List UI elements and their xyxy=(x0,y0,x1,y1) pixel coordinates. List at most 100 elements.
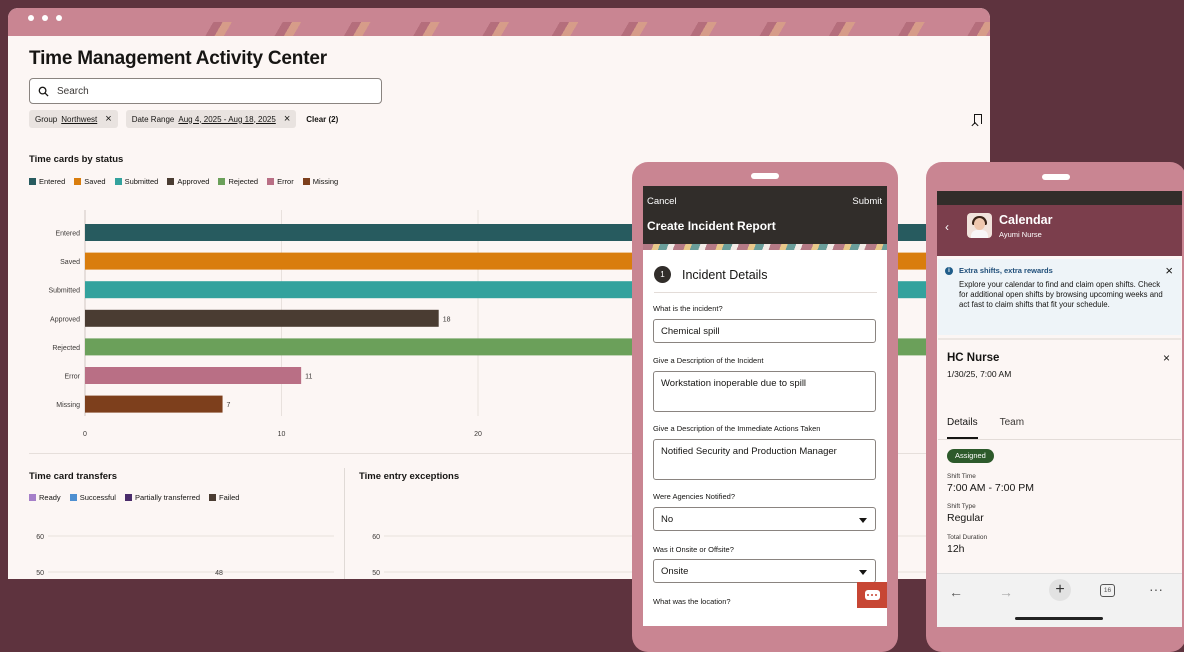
legend-swatch xyxy=(218,178,226,185)
exceptions-chart-title: Time entry exceptions xyxy=(359,471,460,482)
value-label: 18 xyxy=(443,316,451,323)
category-label: Missing xyxy=(56,402,80,409)
tab-details[interactable]: Details xyxy=(947,417,978,439)
close-icon[interactable]: × xyxy=(1163,351,1170,365)
legend-label: Partially transferred xyxy=(134,493,200,502)
transfers-bar-chart: 60504248 xyxy=(36,534,334,577)
legend-item[interactable]: Rejected xyxy=(218,177,258,186)
incident-type-field[interactable]: Chemical spill xyxy=(653,319,876,343)
onsite-offsite-select[interactable]: Onsite xyxy=(653,559,876,583)
filter-chip-date-range[interactable]: Date Range Aug 4, 2025 - Aug 18, 2025 × xyxy=(125,110,297,128)
incident-description-field[interactable]: Workstation inoperable due to spill xyxy=(653,371,876,412)
legend-item[interactable]: Successful xyxy=(69,493,116,502)
info-banner: i Extra shifts, extra rewards × Explore … xyxy=(938,259,1181,335)
legend-item[interactable]: Approved xyxy=(167,177,209,186)
tick-label: 0 xyxy=(83,431,87,438)
agencies-notified-value: No xyxy=(661,514,674,525)
clear-filters-button[interactable]: Clear (2) xyxy=(304,115,338,124)
search-input[interactable]: Search xyxy=(29,78,382,104)
tabs-count-icon[interactable]: 16 xyxy=(1100,584,1115,597)
incident-phone: Cancel Submit Create Incident Report 1 I… xyxy=(632,162,898,652)
status-chart-title: Time cards by status xyxy=(29,154,124,165)
page-title: Time Management Activity Center xyxy=(29,48,327,69)
legend-swatch xyxy=(302,178,310,185)
value-label: 48 xyxy=(215,570,223,577)
chat-button[interactable] xyxy=(857,582,887,608)
tick-label: 50 xyxy=(36,570,44,577)
legend-label: Ready xyxy=(39,493,61,502)
actions-taken-field[interactable]: Notified Security and Production Manager xyxy=(653,439,876,480)
close-icon[interactable]: × xyxy=(105,113,111,125)
legend-swatch xyxy=(29,178,36,185)
tab-team[interactable]: Team xyxy=(1000,417,1024,439)
transfers-chart-title: Time card transfers xyxy=(29,471,118,482)
legend-label: Saved xyxy=(84,177,106,186)
legend-item[interactable]: Failed xyxy=(209,493,239,502)
window-controls[interactable] xyxy=(28,15,62,21)
legend-label: Failed xyxy=(219,493,240,502)
legend-item[interactable]: Partially transferred xyxy=(124,493,200,502)
legend-label: Successful xyxy=(79,493,116,502)
filter-chip-group[interactable]: Group Northwest × xyxy=(29,110,118,128)
cancel-button[interactable]: Cancel xyxy=(647,196,677,207)
shift-datetime: 1/30/25, 7:00 AM xyxy=(947,369,1012,379)
filter-chip-value[interactable]: Aug 4, 2025 - Aug 18, 2025 xyxy=(178,115,275,124)
shift-time-value: 7:00 AM - 7:00 PM xyxy=(947,482,1034,494)
legend-label: Missing xyxy=(312,177,339,186)
close-icon[interactable]: × xyxy=(284,113,290,125)
data-bar xyxy=(85,395,223,413)
banner-title: Extra shifts, extra rewards xyxy=(959,266,1053,275)
step-number: 1 xyxy=(654,266,671,283)
header-artwork xyxy=(643,244,887,250)
category-label: Saved xyxy=(60,259,80,266)
calendar-screen: ‹ Calendar Ayumi Nurse i Extra shifts, e… xyxy=(937,191,1182,627)
legend-label: Entered xyxy=(39,177,66,186)
filter-chip-value[interactable]: Northwest xyxy=(61,115,97,124)
arrow-left-icon[interactable]: ← xyxy=(949,584,963,600)
category-label: Rejected xyxy=(52,345,80,352)
incident-type-label: What is the incident? xyxy=(653,304,723,313)
agencies-notified-label: Were Agencies Notified? xyxy=(653,492,735,501)
shift-role: HC Nurse xyxy=(947,352,1000,364)
close-icon[interactable]: × xyxy=(1165,263,1173,278)
legend-item[interactable]: Submitted xyxy=(114,177,158,186)
tab-divider xyxy=(938,439,1181,440)
legend-item[interactable]: Entered xyxy=(29,177,65,186)
search-icon xyxy=(38,86,49,97)
legend-item[interactable]: Saved xyxy=(74,177,106,186)
data-bar xyxy=(85,367,302,384)
location-label: What was the location? xyxy=(653,597,731,606)
actions-taken-label: Give a Description of the Immediate Acti… xyxy=(653,424,821,433)
shift-type-label: Shift Type xyxy=(947,503,976,510)
submit-button[interactable]: Submit xyxy=(852,196,882,207)
incident-header: Cancel Submit Create Incident Report xyxy=(643,186,887,244)
more-icon[interactable]: ··· xyxy=(1149,581,1163,597)
legend-item[interactable]: Error xyxy=(267,177,294,186)
legend-item[interactable]: Ready xyxy=(29,493,61,502)
legend-swatch xyxy=(69,494,77,501)
calendar-header: ‹ Calendar Ayumi Nurse xyxy=(937,205,1182,256)
calendar-phone: ‹ Calendar Ayumi Nurse i Extra shifts, e… xyxy=(926,162,1184,652)
chat-icon xyxy=(864,590,880,600)
plus-icon[interactable]: + xyxy=(1049,579,1071,601)
agencies-notified-select[interactable]: No xyxy=(653,507,876,531)
window-titlebar xyxy=(8,8,990,36)
bookmark-icon[interactable] xyxy=(974,114,982,124)
avatar xyxy=(967,213,992,238)
status-chart-legend: Entered Saved Submitted Approved Rejected Err… xyxy=(29,177,338,186)
tick-label: 60 xyxy=(372,534,380,541)
phone-speaker xyxy=(751,173,779,179)
incident-screen: Cancel Submit Create Incident Report 1 I… xyxy=(643,186,887,626)
legend-item[interactable]: Missing xyxy=(302,177,339,186)
filter-bar: Group Northwest × Date Range Aug 4, 2025… xyxy=(29,110,338,128)
back-chevron-icon[interactable]: ‹ xyxy=(945,220,949,234)
shift-time-label: Shift Time xyxy=(947,473,976,480)
calendar-title: Calendar xyxy=(999,213,1053,227)
legend-swatch xyxy=(209,494,216,501)
transfers-chart-legend: Ready Successful Partially transferred Fail… xyxy=(29,493,239,502)
arrow-right-icon[interactable]: → xyxy=(999,584,1013,600)
info-icon: i xyxy=(945,267,953,275)
home-indicator xyxy=(1015,617,1103,620)
legend-swatch xyxy=(167,178,175,185)
category-label: Error xyxy=(64,374,80,381)
